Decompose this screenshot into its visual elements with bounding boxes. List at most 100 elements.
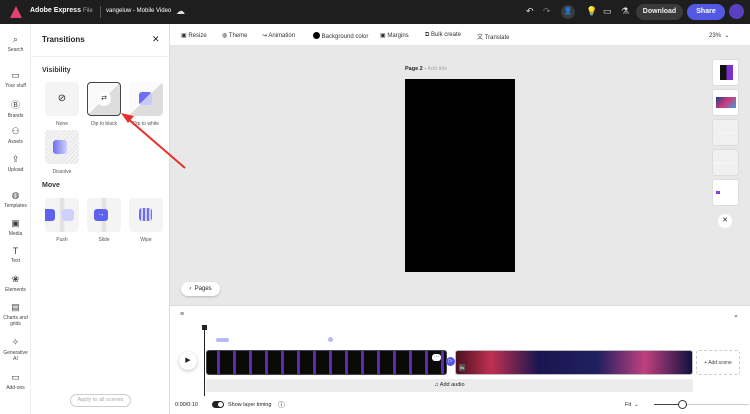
page-title-input[interactable]: Add title <box>427 66 447 72</box>
label: Margins <box>387 33 409 39</box>
templates-icon: ◍ <box>11 190 20 200</box>
adobe-express-logo[interactable] <box>10 6 22 18</box>
zoom-dropdown[interactable]: 23% ⌄ <box>709 32 729 39</box>
rail-assets[interactable]: ⚇ Assets <box>0 126 31 145</box>
transition-slide[interactable]: → <box>87 198 121 232</box>
dip-white-icon <box>139 92 152 105</box>
close-icon[interactable]: ✕ <box>152 34 160 45</box>
flask-icon[interactable]: ⚗ <box>621 6 629 17</box>
sparkle-icon: ✧ <box>11 337 20 347</box>
apply-to-all-scenes-button[interactable]: Apply to all scenes <box>70 394 131 407</box>
transition-marker[interactable]: ▷ <box>446 357 455 366</box>
transition-none[interactable]: ⊘ <box>45 82 79 116</box>
add-audio-button[interactable]: ♫ Add audio <box>206 379 693 392</box>
move-heading: Move <box>42 182 60 189</box>
rail-elements[interactable]: ❀ Elements <box>0 274 31 293</box>
info-icon[interactable]: ⓘ <box>278 400 285 410</box>
brand-icon: Ⓑ <box>10 100 20 110</box>
rail-add-ons[interactable]: ▭ Add-ons <box>0 372 31 391</box>
bulk-create-button[interactable]: ⧉ Bulk create <box>425 32 461 39</box>
transition-dissolve[interactable] <box>45 130 79 164</box>
tile-label: Push <box>56 237 68 243</box>
page-thumbnail[interactable] <box>712 179 739 206</box>
toolbar: ▣ Resize ◍ Theme ↝ Animation Background … <box>170 24 750 46</box>
redo-icon[interactable]: ↷ <box>543 6 551 17</box>
tile-label: Slide <box>98 237 110 243</box>
page-artboard[interactable] <box>405 79 515 272</box>
label: Add audio <box>439 382 465 388</box>
rail-charts[interactable]: ▤ Charts and grids <box>0 302 31 327</box>
page-thumbnail[interactable] <box>712 59 739 86</box>
scene-clip-1[interactable]: ··· <box>206 350 447 375</box>
tile-label: None <box>56 121 68 127</box>
page-thumbnail[interactable]: Stay Ahead <box>712 119 739 146</box>
layer-marker[interactable] <box>328 337 333 342</box>
zoom-slider-track[interactable] <box>654 404 749 405</box>
animation-button[interactable]: ↝ Animation <box>262 32 295 39</box>
transition-dip-to-white[interactable] <box>129 82 163 116</box>
label: Background color <box>321 34 369 40</box>
document-title[interactable]: vangeluw - Mobile Video <box>106 8 171 14</box>
label: Bulk create <box>430 32 461 38</box>
rail-label: Elements <box>5 287 26 293</box>
page-thumbnail[interactable] <box>712 89 739 116</box>
rail-brands[interactable]: Ⓑ Brands <box>0 98 31 119</box>
text-icon: T <box>12 246 19 256</box>
more-icon[interactable]: ··· <box>432 354 441 361</box>
add-scene-button[interactable]: + Add scene <box>696 350 740 375</box>
pages-button[interactable]: ‹ Pages <box>181 282 220 296</box>
layer-timing-toggle[interactable] <box>212 401 224 408</box>
left-rail: ⌕ Search ▭ Your stuff Ⓑ Brands ⚇ Assets ⇪ Upl… <box>0 24 31 414</box>
rail-text[interactable]: T Text <box>0 246 31 264</box>
collapse-icon[interactable]: ✕ <box>718 214 732 228</box>
margins-button[interactable]: ▣ Margins <box>380 32 409 39</box>
undo-icon[interactable]: ↶ <box>526 6 534 17</box>
panel-title: Transitions <box>42 35 85 44</box>
rail-upload[interactable]: ⇪ Upload <box>0 154 31 173</box>
label: Translate <box>484 35 510 41</box>
page-thumbnail[interactable]: Stay Connected <box>712 149 739 176</box>
transition-push[interactable] <box>45 198 79 232</box>
divider <box>31 56 170 57</box>
tile-label: Dip to white <box>132 121 160 127</box>
comment-icon[interactable]: ▭ <box>603 6 612 17</box>
invite-icon[interactable]: 👤 <box>561 5 575 19</box>
rail-media[interactable]: ▣ Media <box>0 218 31 237</box>
download-button[interactable]: Download <box>636 4 683 20</box>
background-color-button[interactable]: Background color <box>313 32 368 40</box>
lightbulb-icon[interactable]: 💡 <box>586 6 597 17</box>
chart-grid-icon: ▤ <box>11 302 20 312</box>
transition-dip-to-black[interactable]: ⇄ <box>87 82 121 116</box>
theme-button[interactable]: ◍ Theme <box>222 32 247 39</box>
push-icon <box>45 209 55 221</box>
chevron-down-icon[interactable]: ⌄ <box>733 311 739 319</box>
scene-clip-2[interactable]: 5s <box>455 350 693 375</box>
label: Fit <box>625 402 632 408</box>
layers-icon[interactable]: ≡ <box>180 311 184 318</box>
cloud-icon: ☁ <box>176 6 185 16</box>
transition-wipe[interactable] <box>129 198 163 232</box>
fit-dropdown[interactable]: Fit ⌄ <box>625 402 639 408</box>
translate-button[interactable]: 文 Translate <box>477 32 509 41</box>
rail-label: Media <box>8 231 23 237</box>
layer-marker[interactable] <box>216 338 229 342</box>
playhead-handle[interactable] <box>202 325 207 330</box>
file-menu[interactable]: File <box>83 8 93 14</box>
rail-generative-ai[interactable]: ✧ Generative AI <box>0 337 31 362</box>
timeline: ≡ ⌄ ▶ ··· ▷ 5s + Add scene ♫ Add audio 0… <box>170 305 750 414</box>
playhead[interactable] <box>204 326 205 396</box>
rail-label: Templates <box>4 203 27 209</box>
rail-templates[interactable]: ◍ Templates <box>0 190 31 209</box>
rail-search[interactable]: ⌕ Search <box>0 34 31 53</box>
page-label: Page 2 - Add title <box>405 66 447 72</box>
folder-icon: ▭ <box>11 70 20 80</box>
visibility-heading: Visibility <box>42 67 71 74</box>
zoom-slider-handle[interactable] <box>678 400 687 409</box>
resize-button[interactable]: ▣ Resize <box>181 32 207 39</box>
avatar[interactable] <box>729 4 744 19</box>
play-button[interactable]: ▶ <box>179 352 197 370</box>
share-button[interactable]: Share <box>687 4 725 20</box>
thumb-image <box>716 97 736 108</box>
rail-your-stuff[interactable]: ▭ Your stuff <box>0 70 31 89</box>
search-icon: ⌕ <box>12 34 19 44</box>
